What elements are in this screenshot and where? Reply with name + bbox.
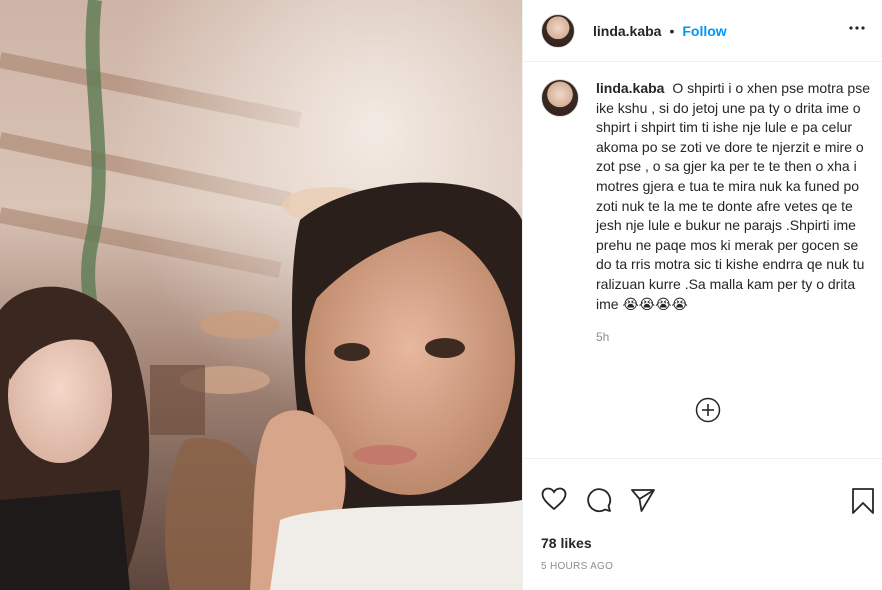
post-photo[interactable] — [0, 0, 522, 590]
selfie-image — [0, 0, 522, 590]
post-side-panel: linda.kaba • Follow linda.kaba O shpirti… — [522, 0, 882, 590]
header-username[interactable]: linda.kaba — [593, 23, 661, 39]
paper-plane-icon[interactable] — [630, 487, 658, 515]
action-bar: 78 likes 5 HOURS AGO — [523, 458, 882, 590]
caption-username[interactable]: linda.kaba — [596, 80, 664, 96]
likes-count[interactable]: 78 likes — [541, 535, 592, 551]
comments-area[interactable]: linda.kaba O shpirti i o xhen pse motra … — [523, 62, 882, 458]
follow-button[interactable]: Follow — [682, 23, 726, 39]
avatar[interactable] — [541, 13, 575, 48]
post-header: linda.kaba • Follow — [523, 0, 882, 62]
caption-body: linda.kaba O shpirti i o xhen pse motra … — [596, 79, 871, 348]
caption: linda.kaba O shpirti i o xhen pse motra … — [541, 79, 871, 348]
plus-circle-icon[interactable] — [695, 397, 721, 423]
more-options-icon[interactable] — [845, 16, 869, 40]
separator-dot: • — [669, 22, 675, 39]
caption-text: O shpirti i o xhen pse motra pse ike ksh… — [596, 80, 871, 312]
post-timestamp[interactable]: 5 HOURS AGO — [541, 561, 613, 572]
caption-avatar[interactable] — [541, 79, 579, 117]
comment-icon[interactable] — [586, 487, 614, 515]
caption-age[interactable]: 5h — [596, 328, 871, 348]
bookmark-icon[interactable] — [851, 487, 879, 515]
heart-icon[interactable] — [541, 487, 569, 515]
